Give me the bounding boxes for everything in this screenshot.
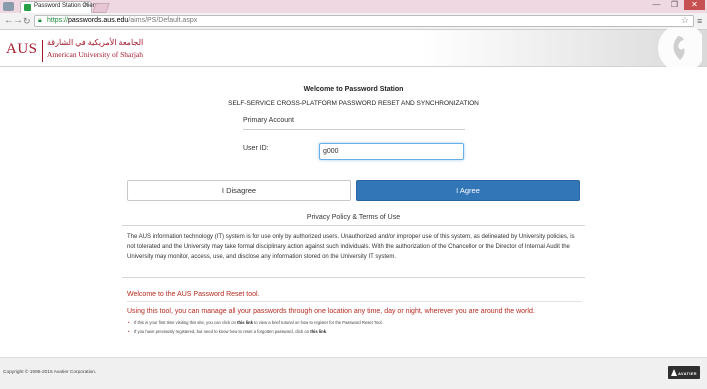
browser-toolbar: ← → ↻ 🔒︎ https://passwords.aus.edu/aims/… [0,13,707,30]
logo-arabic-name: الجامعة الأمريكية في الشارقة [47,38,144,47]
bookmark-star-icon[interactable]: ☆ [681,15,689,26]
section-divider [243,129,465,130]
list-item: If you have previously registered, but n… [127,327,383,336]
address-bar[interactable]: 🔒︎ https://passwords.aus.edu/aims/PS/Def… [34,15,694,27]
reload-icon[interactable]: ↻ [23,15,31,27]
userid-label: User ID: [243,145,269,152]
site-header: AUS الجامعة الأمريكية في الشارقة America… [0,28,707,68]
tab-close-icon[interactable]: × [84,2,88,9]
policy-text: The AUS information technology (IT) syst… [127,234,575,260]
browser-titlebar: Password Station Client × — ❐ ✕ [0,0,707,13]
url-text[interactable]: https://passwords.aus.edu/aims/PS/Defaul… [47,17,197,24]
window-menu-icon[interactable] [3,2,14,11]
minimize-button[interactable]: — [648,0,665,10]
userid-input[interactable] [319,143,464,160]
avatier-logo-text: AVATIER [678,371,697,376]
university-emblem-icon [658,28,702,68]
reset-help-link[interactable]: this link [310,329,326,334]
policy-heading: Privacy Policy & Terms of Use [306,214,401,221]
help-tips-list: If this is your first time visiting this… [127,318,383,336]
copyright-text: Copyright © 1995-2015 Avatier Corporatio… [3,370,97,375]
primary-account-heading: Primary Account [243,117,294,124]
disagree-button[interactable]: I Disagree [127,180,351,201]
new-tab-button[interactable] [92,3,110,13]
list-item: If this is your first time visiting this… [127,318,383,327]
main-content: Welcome to Password Station SELF-SERVICE… [0,67,707,357]
reset-tool-description: Using this tool, you can manage all your… [127,308,535,315]
aus-logo[interactable]: AUS [6,41,38,58]
agree-button[interactable]: I Agree [356,180,580,201]
browser-tab[interactable]: Password Station Client × [20,1,98,13]
close-window-button[interactable]: ✕ [684,0,705,10]
page-title: Welcome to Password Station [303,86,404,93]
tab-title: Password Station Client [34,3,98,9]
forward-arrow-icon[interactable]: → [13,15,23,27]
page-footer: Copyright © 1995-2015 Avatier Corporatio… [0,357,707,389]
page-subtitle: SELF-SERVICE CROSS-PLATFORM PASSWORD RES… [228,100,479,107]
maximize-button[interactable]: ❐ [666,0,683,10]
lock-icon[interactable]: 🔒︎ [38,17,42,25]
favicon-icon [24,4,31,11]
logo-divider [42,40,43,62]
tutorial-link[interactable]: this link [237,320,253,325]
browser-menu-icon[interactable]: ≡ [697,16,702,26]
logo-english-name: American University of Sharjah [47,50,144,59]
reset-tool-heading: Welcome to the AUS Password Reset tool. [127,291,260,298]
section-divider [127,301,582,302]
